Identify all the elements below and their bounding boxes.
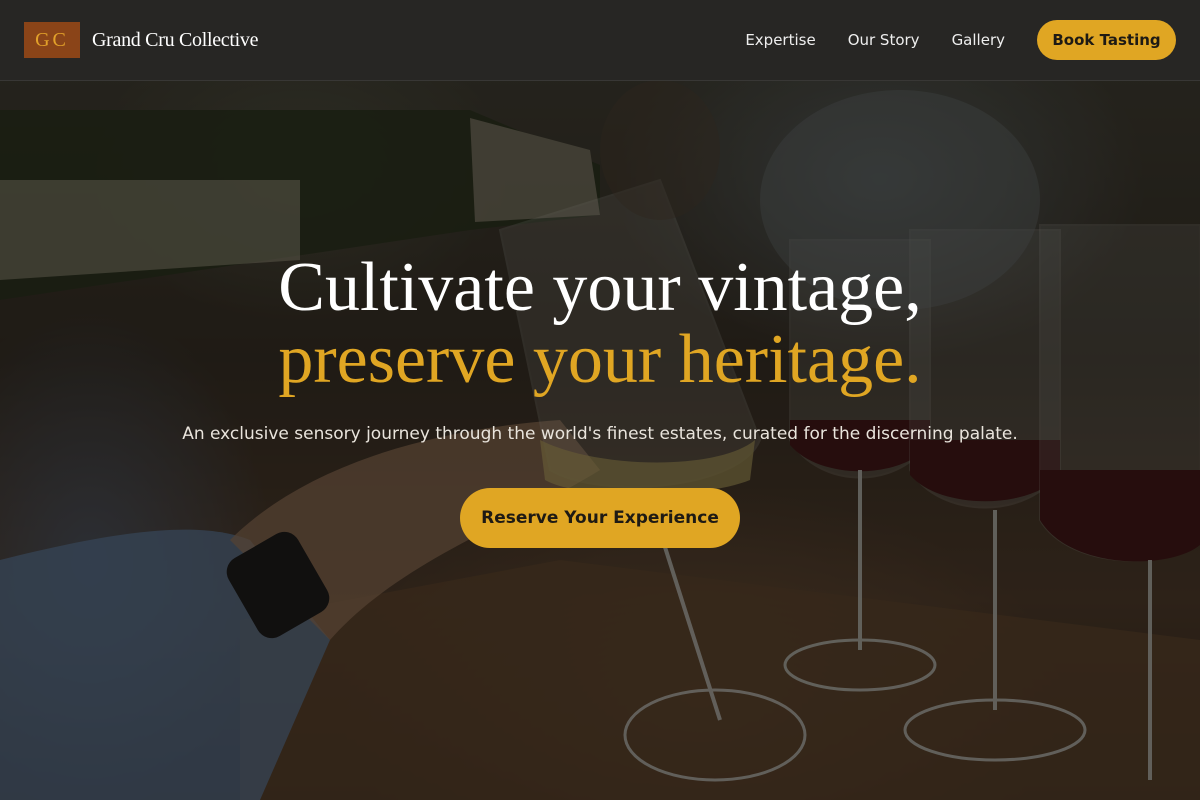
nav-link-our-story[interactable]: Our Story	[848, 31, 920, 49]
reserve-experience-button[interactable]: Reserve Your Experience	[460, 488, 740, 548]
brand-logo-link[interactable]: GC Grand Cru Collective	[24, 22, 258, 58]
hero-section: Cultivate your vintage, preserve your he…	[0, 0, 1200, 800]
nav-link-expertise[interactable]: Expertise	[745, 31, 815, 49]
headline-line-1: Cultivate your vintage,	[278, 249, 922, 326]
logo-mark: GC	[24, 22, 80, 58]
hero-headline: Cultivate your vintage, preserve your he…	[0, 252, 1200, 396]
brand-name: Grand Cru Collective	[92, 28, 259, 51]
nav-links: Expertise Our Story Gallery	[745, 31, 1005, 49]
landing-page: GC Grand Cru Collective Expertise Our St…	[0, 0, 1200, 800]
hero-subtitle: An exclusive sensory journey through the…	[182, 424, 1018, 444]
book-tasting-button[interactable]: Book Tasting	[1037, 20, 1176, 60]
top-navbar: GC Grand Cru Collective Expertise Our St…	[0, 0, 1200, 81]
nav-link-gallery[interactable]: Gallery	[952, 31, 1005, 49]
headline-line-2: preserve your heritage.	[278, 321, 922, 398]
